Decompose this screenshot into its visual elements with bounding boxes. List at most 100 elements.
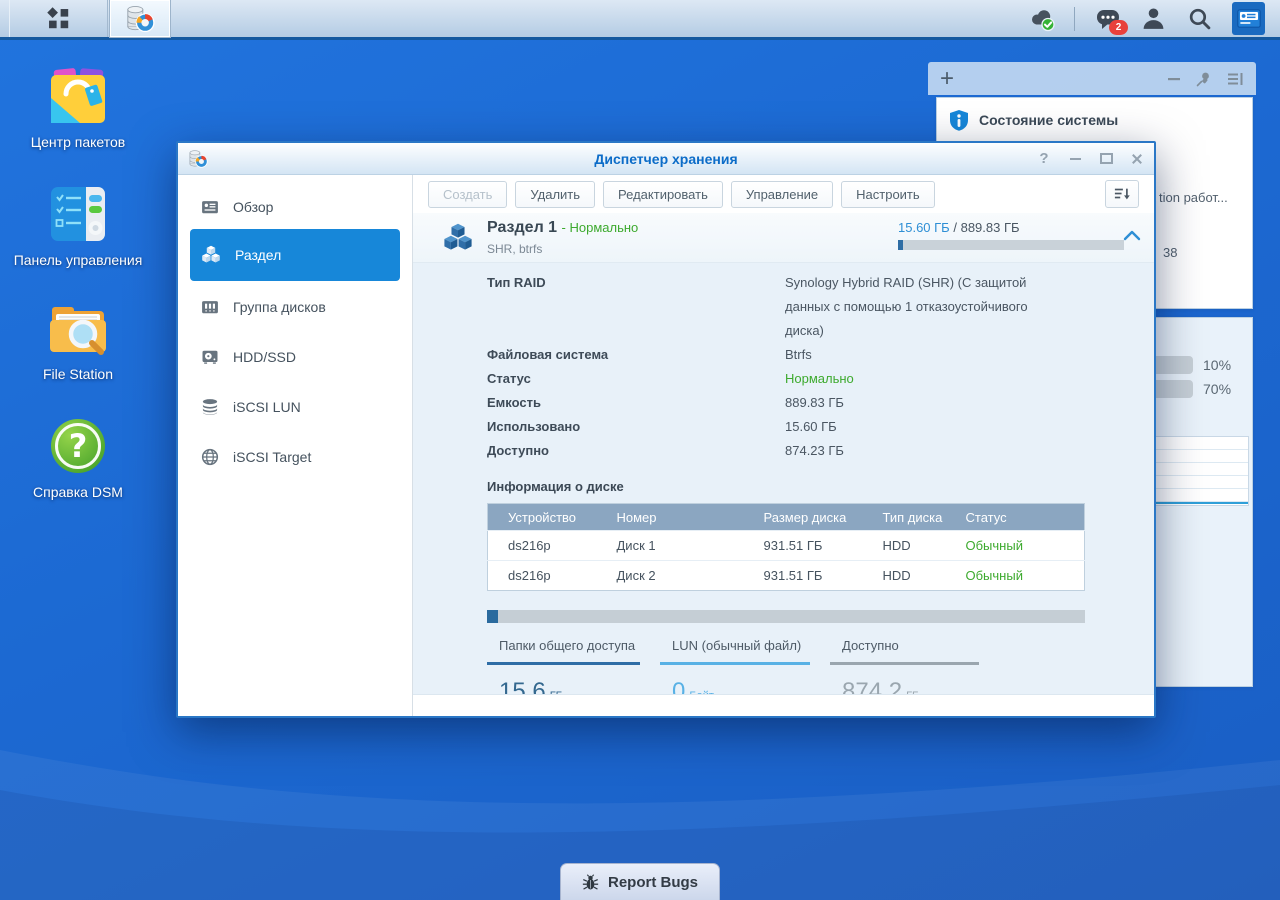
window-titlebar[interactable]: Диспетчер хранения ? (178, 143, 1154, 175)
report-bugs-button[interactable]: Report Bugs (560, 863, 720, 900)
dsm-help-icon: ? (48, 416, 108, 476)
window-sidebar: Обзор Раздел Группа дисков HDD/SSD iSCSI… (178, 175, 413, 716)
detail-label: Доступно (487, 443, 549, 458)
widget-panel-header: + (928, 62, 1256, 95)
taskbar-storage-manager-button[interactable] (109, 0, 171, 38)
desktop-icon-package-center[interactable]: Центр пакетов (18, 66, 138, 152)
detail-value-raid-type: Synology Hybrid RAID (SHR) (С защитой да… (785, 275, 1028, 338)
volume-usage-text: 15.60 ГБ / 889.83 ГБ (898, 220, 1020, 235)
main-menu-button[interactable] (9, 0, 108, 37)
volume-subtitle: SHR, btrfs (487, 242, 543, 256)
detail-label: Емкость (487, 395, 541, 410)
detail-value-available: 874.23 ГБ (785, 443, 844, 458)
tray-divider (1074, 6, 1075, 31)
detail-label: Использовано (487, 419, 581, 434)
sort-icon (1114, 188, 1130, 200)
chevron-up-icon[interactable] (1123, 230, 1141, 241)
volume-name-line: Раздел 1 - Нормально (487, 219, 639, 236)
overview-icon (202, 201, 218, 214)
desktop-icon-control-panel[interactable]: Панель управления (3, 184, 153, 270)
detail-label: Статус (487, 371, 531, 386)
storage-manager-window: Диспетчер хранения ? Обзор Раздел Группа… (176, 141, 1156, 718)
health-number-fragment: 38 (1163, 245, 1178, 260)
create-button: Создать (428, 180, 508, 208)
sidebar-item-iscsi-target[interactable]: iSCSI Target (190, 439, 400, 475)
health-shield-icon (950, 110, 968, 131)
detail-value-used: 15.60 ГБ (785, 419, 837, 434)
volume-status: Нормально (569, 220, 639, 235)
volume-panel: Раздел 1 - Нормально SHR, btrfs 15.60 ГБ… (413, 213, 1154, 694)
edit-button[interactable]: Редактировать (603, 180, 723, 208)
volume-cubes-icon-large (444, 223, 472, 250)
window-toolbar: Создать Удалить Редактировать Управление… (413, 175, 1154, 213)
window-maximize-button[interactable] (1099, 152, 1113, 166)
disk-info-title: Информация о диске (487, 479, 624, 494)
storage-manager-icon (127, 5, 155, 32)
disk-info-table: Устройство Номер Размер диска Тип диска … (487, 503, 1085, 591)
cloud-sync-icon[interactable] (1028, 5, 1055, 32)
detail-label: Файловая система (487, 347, 609, 362)
sort-button[interactable] (1105, 180, 1139, 208)
sidebar-item-volume[interactable]: Раздел (190, 229, 400, 281)
notification-badge: 2 (1109, 20, 1128, 35)
iscsi-lun-icon (202, 399, 218, 415)
detail-value-capacity: 889.83 ГБ (785, 395, 844, 410)
window-footer (413, 694, 1154, 716)
window-help-button[interactable]: ? (1037, 150, 1051, 167)
app-grid-icon (46, 6, 68, 28)
taskbar: 2 (0, 0, 1280, 40)
report-bugs-label: Report Bugs (608, 873, 698, 891)
notifications-icon[interactable]: 2 (1094, 5, 1128, 35)
add-widget-button[interactable]: + (940, 66, 954, 90)
widgets-toggle-icon[interactable] (1232, 2, 1265, 35)
col-device: Устройство (487, 503, 597, 531)
package-center-icon (48, 66, 108, 126)
desktop-icon-dsm-help[interactable]: ? Справка DSM (18, 416, 138, 502)
svg-text:?: ? (69, 427, 88, 465)
desktop-icon-label: Панель управления (13, 252, 143, 268)
system-health-title: Состояние системы (979, 112, 1119, 128)
taskbar-tray: 2 (1028, 0, 1280, 37)
sidebar-item-label: Группа дисков (233, 299, 326, 315)
widget-list-icon[interactable] (1227, 71, 1244, 87)
delete-button[interactable]: Удалить (515, 180, 596, 208)
sidebar-item-iscsi-lun[interactable]: iSCSI LUN (190, 389, 400, 425)
detail-label: Тип RAID (487, 275, 546, 290)
desktop-icon-label: Центр пакетов (30, 134, 126, 150)
sidebar-item-label: iSCSI LUN (233, 399, 301, 415)
sidebar-item-disk-group[interactable]: Группа дисков (190, 289, 400, 325)
space-usage-bar (487, 610, 1085, 623)
table-row[interactable]: ds216p Диск 2 931.51 ГБ HDD Обычный (487, 560, 1085, 591)
detail-value-filesystem: Btrfs (785, 347, 812, 362)
window-title: Диспетчер хранения (594, 150, 738, 167)
legend-available: Доступно 874.2ГБ (830, 634, 979, 694)
sidebar-item-label: Раздел (235, 247, 282, 263)
col-status: Статус (945, 503, 1085, 531)
window-minimize-button[interactable] (1068, 152, 1082, 166)
configure-button[interactable]: Настроить (841, 180, 935, 208)
bug-icon (582, 873, 599, 890)
volume-header-row[interactable]: Раздел 1 - Нормально SHR, btrfs 15.60 ГБ… (413, 213, 1154, 263)
table-row[interactable]: ds216p Диск 1 931.51 ГБ HDD Обычный (487, 530, 1085, 561)
legend-lun: LUN (обычный файл) 0Байт (660, 634, 810, 694)
widget-pin-icon[interactable] (1196, 71, 1212, 87)
volume-cubes-icon (202, 245, 220, 263)
volume-usage-bar (898, 240, 1124, 250)
sidebar-item-overview[interactable]: Обзор (190, 189, 400, 225)
search-icon[interactable] (1186, 5, 1213, 32)
sidebar-item-label: iSCSI Target (233, 449, 312, 465)
sidebar-item-hdd-ssd[interactable]: HDD/SSD (190, 339, 400, 375)
desktop: 2 Центр пакетов Панель управления File S… (0, 0, 1280, 900)
manage-button[interactable]: Управление (730, 180, 834, 208)
sidebar-item-label: Обзор (233, 199, 274, 215)
window-close-button[interactable] (1130, 152, 1144, 166)
legend-shared-folders: Папки общего доступа 15.6ГБ (487, 634, 640, 694)
volume-used: 15.60 ГБ (898, 220, 950, 235)
volume-details: Тип RAID Synology Hybrid RAID (SHR) (С з… (413, 263, 1154, 463)
system-health-title-row: Состояние системы (937, 98, 1252, 142)
usage-legend: Папки общего доступа 15.6ГБ LUN (обычный… (487, 634, 1154, 694)
desktop-icon-file-station[interactable]: File Station (18, 298, 138, 384)
user-account-icon[interactable] (1140, 5, 1167, 32)
widget-minimize-icon[interactable] (1167, 72, 1181, 86)
cpu-usage-value: 10% (1203, 357, 1232, 373)
